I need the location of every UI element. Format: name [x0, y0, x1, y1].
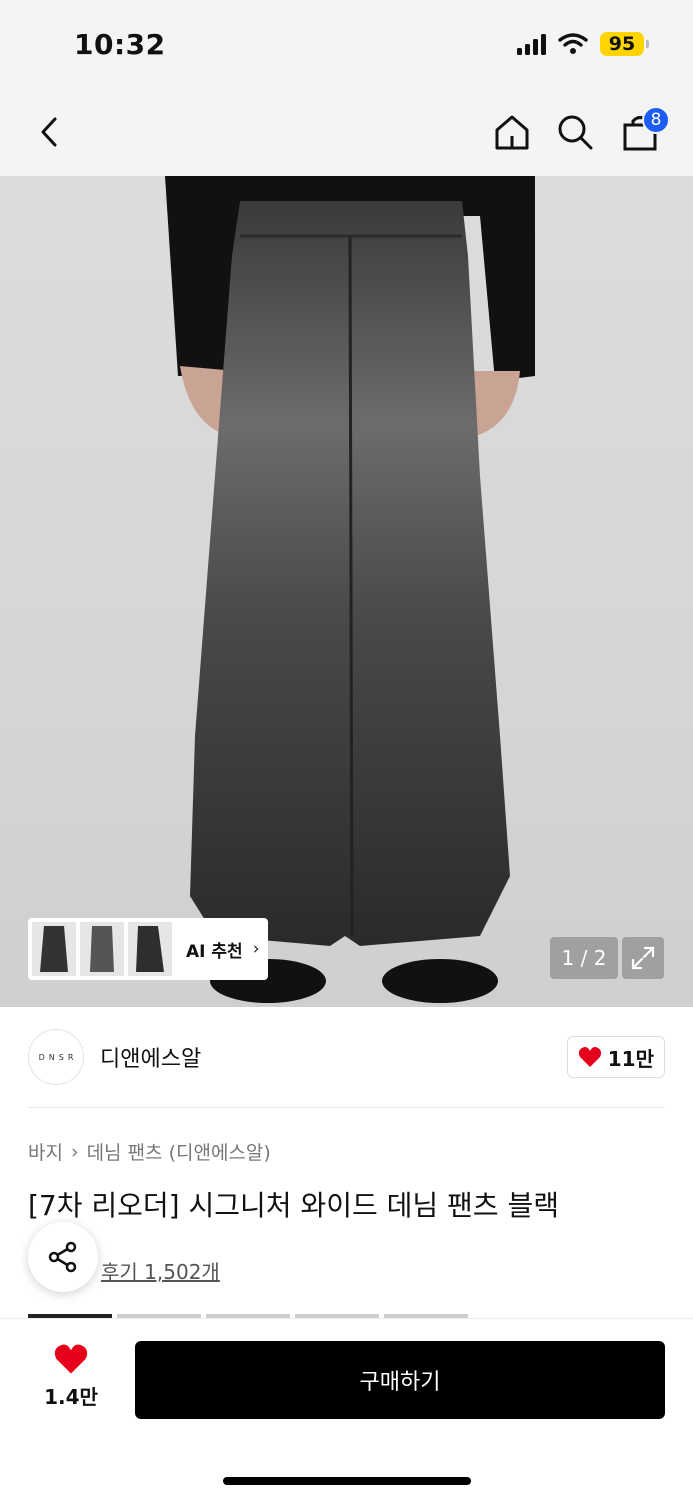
product-photo: [165, 176, 535, 1003]
ai-thumbnail: [32, 922, 76, 976]
brand-like-count: 11만: [607, 1046, 654, 1071]
reviews-link[interactable]: 후기 1,502개: [101, 1256, 220, 1285]
home-button[interactable]: [488, 108, 536, 156]
ai-recommend-button[interactable]: AI 추천 ›: [28, 918, 268, 980]
status-icons: 95: [517, 32, 649, 56]
status-bar: 10:32 95: [0, 0, 693, 90]
buy-button[interactable]: 구매하기: [135, 1341, 665, 1419]
expand-button[interactable]: [622, 937, 664, 979]
image-pager: 1 / 2: [550, 937, 618, 979]
ai-recommend-label: AI 추천: [186, 941, 243, 962]
cart-count-badge: 8: [642, 106, 670, 134]
battery-level: 95: [600, 32, 644, 56]
battery-tip: [646, 40, 649, 48]
chevron-left-icon: [41, 117, 57, 147]
expand-icon: [631, 946, 655, 970]
share-icon: [48, 1241, 77, 1273]
ai-thumbnail: [128, 922, 172, 976]
cart-button[interactable]: 8: [616, 106, 670, 156]
product-title: [7차 리오더] 시그니처 와이드 데님 팬츠 블랙: [28, 1189, 559, 1222]
breadcrumb-category[interactable]: 바지: [28, 1138, 63, 1165]
divider: [28, 1107, 665, 1108]
bottom-action-bar: 1.4만 구매하기: [0, 1318, 693, 1500]
product-image[interactable]: AI 추천 › 1 / 2: [0, 176, 693, 1007]
status-time: 10:32: [74, 28, 166, 61]
home-icon: [495, 115, 529, 150]
chevron-right-icon: ›: [252, 939, 260, 959]
chevron-right-icon: ›: [70, 1140, 79, 1163]
share-button[interactable]: [28, 1222, 98, 1292]
battery-indicator: 95: [600, 32, 649, 56]
search-button[interactable]: [551, 108, 599, 156]
like-button[interactable]: 1.4만: [36, 1343, 106, 1410]
nav-bar: 8: [0, 90, 693, 176]
cellular-signal-icon: [517, 33, 546, 55]
like-count: 1.4만: [44, 1385, 98, 1409]
brand-like-button[interactable]: 11만: [566, 1036, 665, 1078]
heart-icon: [54, 1344, 88, 1374]
search-icon: [558, 115, 593, 150]
home-indicator: [223, 1477, 471, 1485]
wifi-icon: [558, 33, 588, 54]
brand-name[interactable]: 디앤에스알: [100, 1041, 201, 1073]
back-button[interactable]: [26, 108, 74, 156]
brand-logo[interactable]: DNSR: [28, 1029, 84, 1085]
breadcrumb-subcategory[interactable]: 데님 팬츠 (디앤에스알): [87, 1138, 271, 1165]
brand-row: DNSR 디앤에스알 11만: [28, 1028, 665, 1086]
heart-icon: [578, 1047, 601, 1067]
breadcrumb: 바지 › 데님 팬츠 (디앤에스알): [28, 1138, 271, 1165]
ai-thumbnail: [80, 922, 124, 976]
